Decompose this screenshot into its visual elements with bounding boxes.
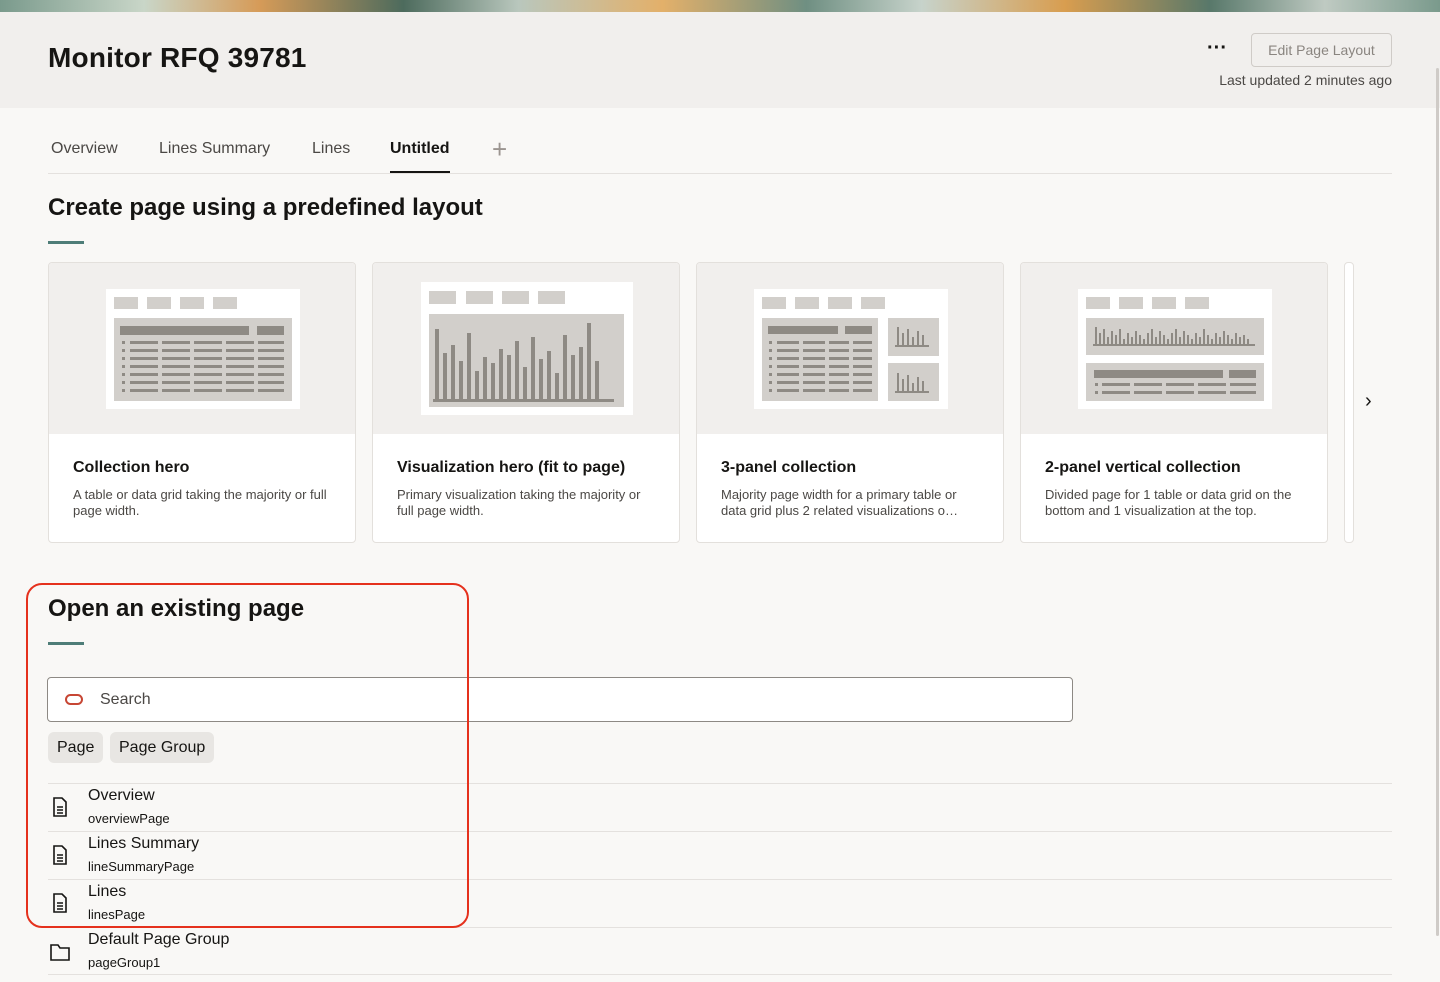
list-item-name: Overview (88, 787, 155, 804)
search-field[interactable] (47, 677, 1073, 722)
visualization-hero-preview (373, 263, 679, 434)
layout-card-2-panel-vertical[interactable]: 2-panel vertical collection Divided page… (1020, 262, 1328, 543)
list-item[interactable]: Lines linesPage (48, 879, 1392, 927)
list-item[interactable]: Default Page Group pageGroup1 (48, 927, 1392, 975)
page-header: Monitor RFQ 39781 ··· Edit Page Layout L… (0, 12, 1440, 108)
2-panel-preview (1021, 263, 1327, 434)
card-description: Majority page width for a primary table … (721, 487, 959, 518)
tab-lines[interactable]: Lines (312, 140, 350, 173)
search-input[interactable] (100, 678, 1000, 721)
list-item[interactable]: Overview overviewPage (48, 783, 1392, 831)
add-tab-icon[interactable]: + (492, 134, 507, 165)
section-accent-rule (48, 241, 84, 244)
visualization-hero-illustration (421, 282, 633, 415)
list-item-name: Lines (88, 883, 127, 900)
card-description: Primary visualization taking the majorit… (397, 487, 641, 518)
3-panel-preview (697, 263, 1003, 434)
layout-card-visualization-hero[interactable]: Visualization hero (fit to page) Primary… (372, 262, 680, 543)
layout-card-collection-hero[interactable]: Collection hero A table or data grid tak… (48, 262, 356, 543)
collection-hero-preview (49, 263, 355, 434)
document-icon (53, 797, 67, 817)
layouts-section-title: Create page using a predefined layout (48, 194, 483, 221)
card-title: Collection hero (73, 459, 190, 476)
tab-lines-summary[interactable]: Lines Summary (159, 140, 270, 173)
existing-section-title: Open an existing page (48, 595, 305, 622)
list-item[interactable]: Lines Summary lineSummaryPage (48, 831, 1392, 879)
oracle-search-icon (65, 694, 83, 705)
layout-card-3-panel-collection[interactable]: 3-panel collection Majority page width f… (696, 262, 1004, 543)
card-title: 2-panel vertical collection (1045, 459, 1241, 476)
card-title: 3-panel collection (721, 459, 857, 476)
edit-page-layout-button[interactable]: Edit Page Layout (1251, 33, 1392, 67)
folder-icon (50, 944, 70, 961)
filter-chip-page[interactable]: Page (48, 732, 104, 763)
card-description: A table or data grid taking the majority… (73, 487, 327, 518)
tab-overview[interactable]: Overview (51, 140, 118, 173)
tab-untitled[interactable]: Untitled (390, 140, 450, 173)
filter-chip-page-group[interactable]: Page Group (110, 732, 215, 763)
existing-pages-list: Overview overviewPage Lines Summary line… (48, 783, 1392, 975)
vertical-scrollbar[interactable] (1436, 68, 1439, 936)
card-description: Divided page for 1 table or data grid on… (1045, 487, 1292, 518)
last-updated-text: Last updated 2 minutes ago (1219, 72, 1392, 88)
card-title: Visualization hero (fit to page) (397, 459, 626, 476)
list-item-name: Lines Summary (88, 835, 200, 852)
list-item-id: pageGroup1 (88, 955, 161, 970)
section-accent-rule (48, 642, 84, 645)
more-actions-button[interactable]: ··· (1200, 38, 1234, 64)
list-item-id: linesPage (88, 907, 146, 922)
document-icon (53, 893, 67, 913)
page-title: Monitor RFQ 39781 (48, 42, 307, 73)
list-item-name: Default Page Group (88, 931, 230, 948)
chevron-right-icon[interactable]: › (1365, 391, 1383, 411)
document-icon (53, 845, 67, 865)
2-panel-illustration (1078, 289, 1272, 409)
list-item-id: overviewPage (88, 811, 170, 826)
page-tabs: Overview Lines Summary Lines Untitled + (48, 128, 1392, 174)
3-panel-illustration (754, 289, 948, 409)
list-item-id: lineSummaryPage (88, 859, 195, 874)
collection-hero-illustration (106, 289, 300, 409)
layout-card-partial (1344, 262, 1354, 543)
decorative-banner (0, 0, 1440, 12)
